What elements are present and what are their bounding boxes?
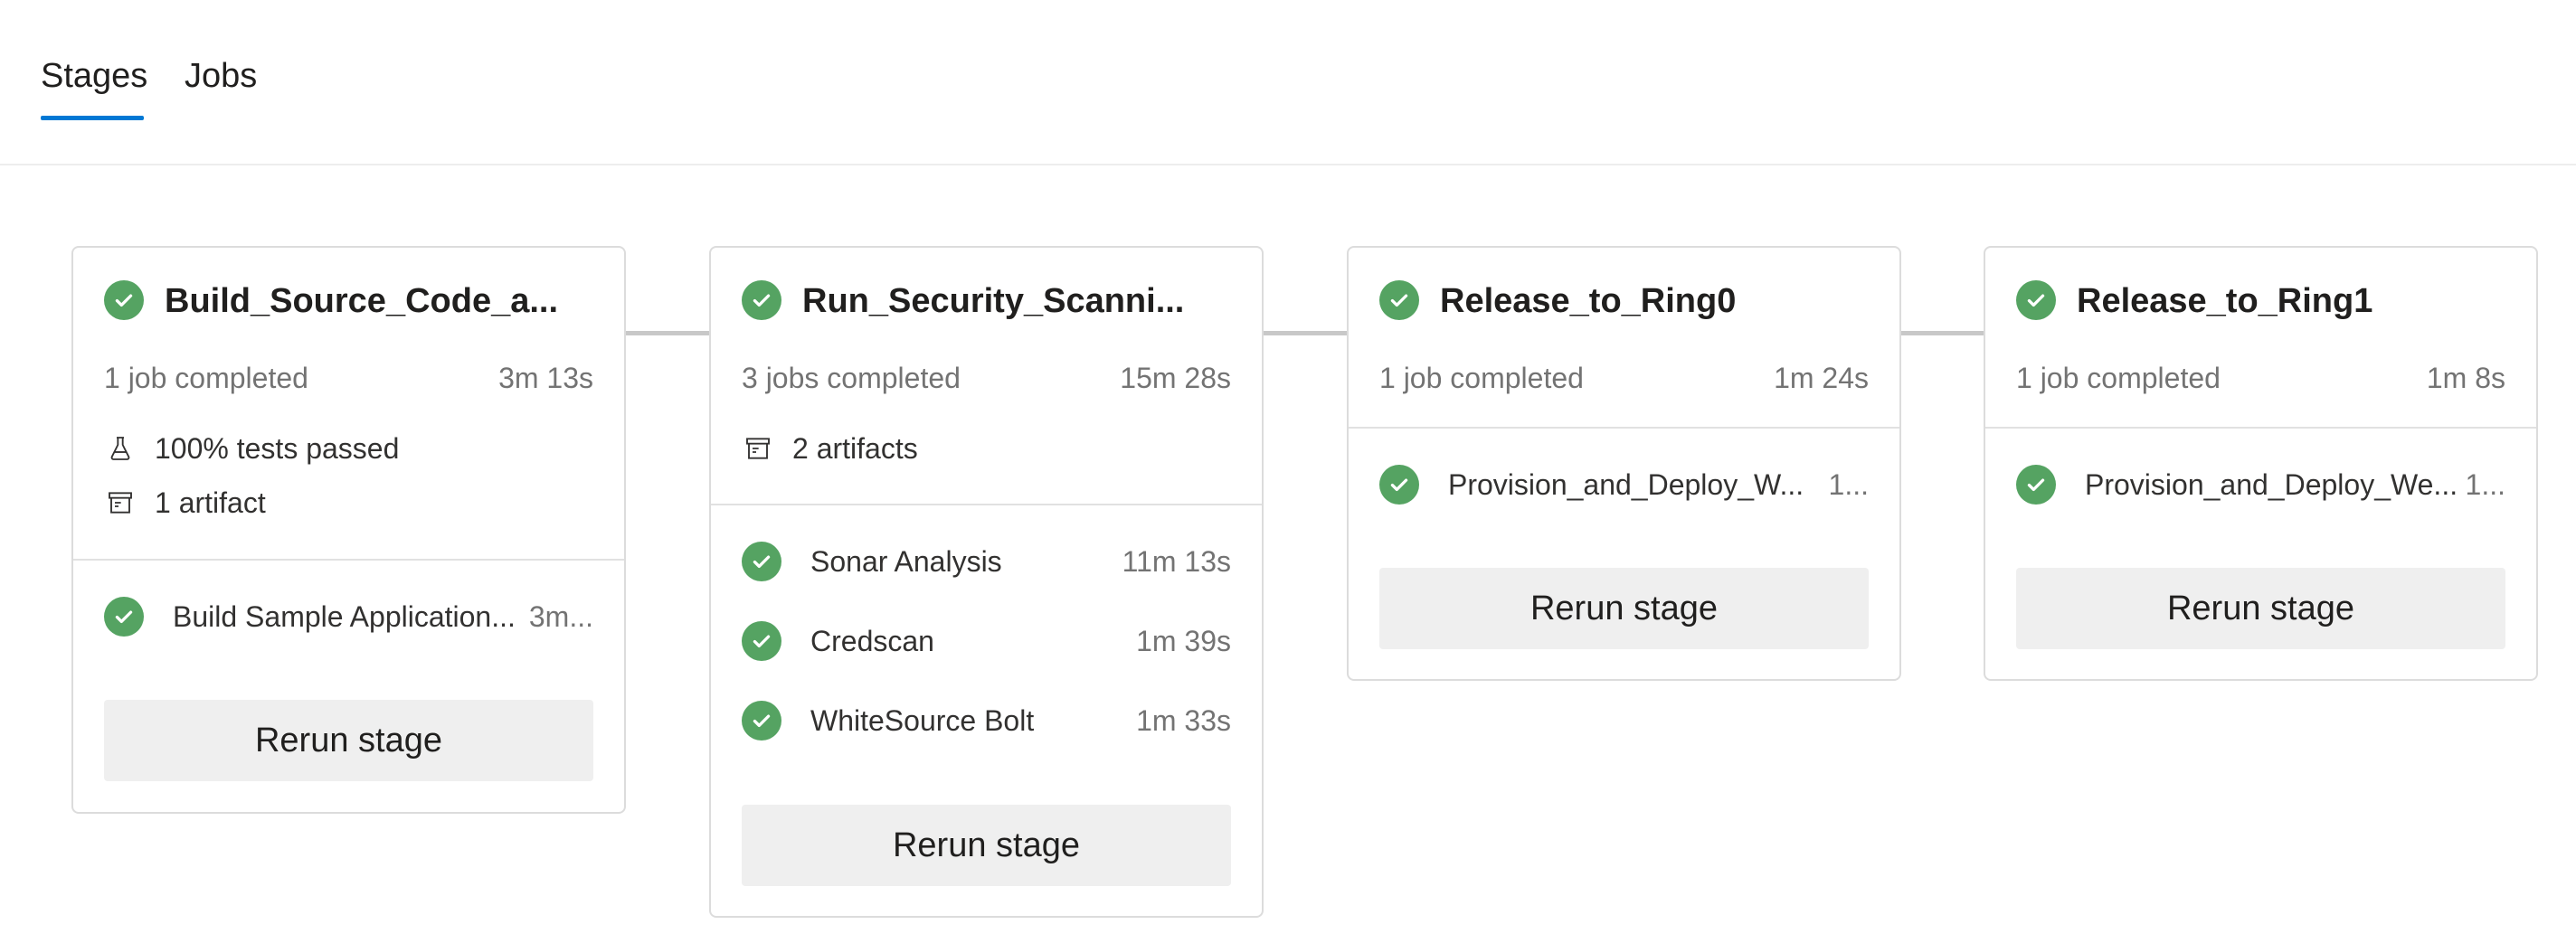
divider [73,559,624,561]
job-row[interactable]: Provision_and_Deploy_W... 1... [1379,462,1869,507]
stage-card-security[interactable]: Run_Security_Scanni... 3 jobs completed … [709,246,1264,918]
job-row[interactable]: WhiteSource Bolt 1m 33s [742,698,1231,743]
success-check-icon [742,542,781,581]
success-check-icon [742,280,781,320]
job-name: WhiteSource Bolt [810,704,1035,737]
success-check-icon [2016,280,2056,320]
active-tab-indicator [41,116,144,120]
tab-stages[interactable]: Stages [41,52,147,99]
stage-card-ring1[interactable]: Release_to_Ring1 1 job completed 1m 8s P… [1984,246,2538,681]
success-check-icon [2016,465,2056,505]
stage-summary: 1 job completed [2016,362,2221,394]
job-row[interactable]: Credscan 1m 39s [742,618,1231,664]
stage-connector [1264,331,1347,335]
success-check-icon [1379,280,1419,320]
stage-duration: 1m 24s [1774,362,1869,394]
job-duration: 1... [2465,468,2505,501]
artifacts-summary[interactable]: 1 artifact [104,483,266,523]
stage-card-ring0[interactable]: Release_to_Ring0 1 job completed 1m 24s … [1347,246,1901,681]
stage-duration: 1m 8s [2426,362,2505,394]
rerun-stage-button[interactable]: Rerun stage [742,805,1231,886]
tab-bar: Stages Jobs [0,0,2576,165]
job-duration: 3m... [528,600,593,633]
stage-summary: 3 jobs completed [742,362,961,394]
success-check-icon [1379,465,1419,505]
stage-connector [1901,331,1984,335]
job-duration: 1... [1828,468,1869,501]
job-name: Build Sample Application... [173,600,516,633]
success-check-icon [104,280,144,320]
job-row[interactable]: Provision_and_Deploy_We... 1... [2016,462,2505,507]
job-row[interactable]: Sonar Analysis 11m 13s [742,539,1231,584]
tests-summary[interactable]: 100% tests passed [104,429,399,468]
job-duration: 11m 13s [1122,545,1231,578]
stage-title: Build_Source_Code_a... [165,282,559,320]
divider [711,504,1262,505]
stage-card-build[interactable]: Build_Source_Code_a... 1 job completed 3… [71,246,626,814]
stage-duration: 3m 13s [498,362,593,394]
stage-summary: 1 job completed [104,362,308,394]
stage-summary: 1 job completed [1379,362,1584,394]
divider [1349,427,1899,429]
rerun-stage-button[interactable]: Rerun stage [104,700,593,781]
success-check-icon [742,621,781,661]
job-row[interactable]: Build Sample Application... 3m... [104,594,593,639]
stage-title: Run_Security_Scanni... [802,282,1185,320]
job-name: Sonar Analysis [810,545,1002,578]
rerun-stage-button[interactable]: Rerun stage [2016,568,2505,649]
tab-jobs[interactable]: Jobs [185,52,257,99]
stage-title: Release_to_Ring1 [2077,282,2373,320]
stage-title: Release_to_Ring0 [1440,282,1737,320]
stage-duration: 15m 28s [1120,362,1231,394]
job-duration: 1m 39s [1136,625,1231,657]
artifacts-summary[interactable]: 2 artifacts [742,429,918,468]
stage-header[interactable]: Build_Source_Code_a... 1 job completed 3… [73,248,624,429]
stage-header[interactable]: Release_to_Ring0 1 job completed 1m 24s [1349,248,1899,429]
artifact-icon [742,432,774,465]
stage-header[interactable]: Run_Security_Scanni... 3 jobs completed … [711,248,1262,429]
job-name: Credscan [810,625,934,657]
divider [1985,427,2536,429]
artifact-icon [104,486,137,519]
success-check-icon [104,597,144,637]
job-duration: 1m 33s [1136,704,1231,737]
rerun-stage-button[interactable]: Rerun stage [1379,568,1869,649]
success-check-icon [742,701,781,741]
job-name: Provision_and_Deploy_W... [1448,468,1804,501]
tests-label: 100% tests passed [155,431,400,465]
job-name: Provision_and_Deploy_We... [2085,468,2458,501]
artifacts-label: 2 artifacts [792,431,918,465]
stage-header[interactable]: Release_to_Ring1 1 job completed 1m 8s [1985,248,2536,429]
flask-icon [104,432,137,465]
artifacts-label: 1 artifact [155,486,266,519]
stage-connector [626,331,709,335]
